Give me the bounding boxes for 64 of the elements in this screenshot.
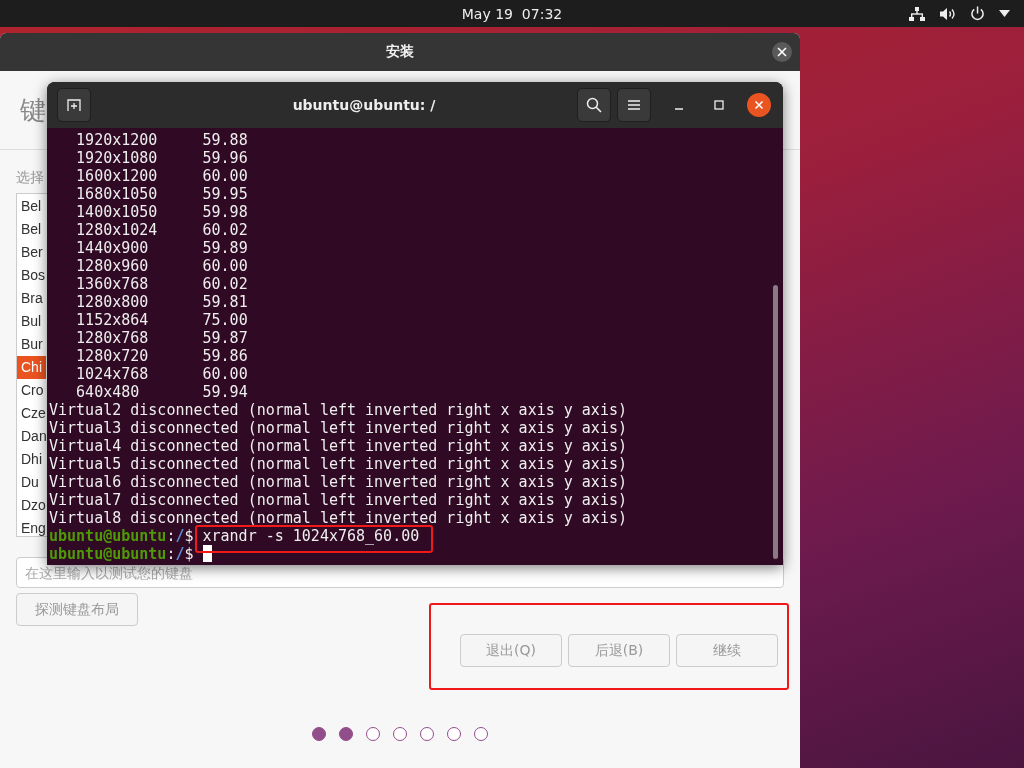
menu-button[interactable] (617, 88, 651, 122)
layout-item[interactable]: Bul (17, 310, 46, 333)
output-line: 1152x864 75.00 (75, 311, 249, 329)
network-icon[interactable] (909, 6, 925, 21)
layout-item[interactable]: Dhi (17, 448, 46, 471)
close-button[interactable] (747, 93, 771, 117)
output-line: Virtual4 disconnected (normal left inverted right x axis y axis) (49, 437, 628, 455)
layout-item[interactable]: Dzo (17, 494, 46, 517)
layout-item[interactable]: Bel (17, 195, 46, 218)
clock[interactable]: May 19 07:32 (461, 5, 563, 22)
output-line: 1920x1200 59.88 (75, 131, 249, 149)
output-line: Virtual2 disconnected (normal left inverted right x axis y axis) (49, 401, 628, 419)
choose-label: 选择 (16, 169, 44, 187)
prompt-symbol: $ (184, 527, 194, 545)
layout-item[interactable]: Bos (17, 264, 46, 287)
layout-item[interactable]: Bur (17, 333, 46, 356)
layout-item[interactable]: Ber (17, 241, 46, 264)
caret-icon[interactable] (999, 10, 1010, 17)
output-line: 1024x768 60.00 (75, 365, 249, 383)
output-line: Virtual8 disconnected (normal left inverted right x axis y axis) (49, 509, 628, 527)
page-heading: 键 (20, 93, 46, 127)
layout-item[interactable]: Cro (17, 379, 46, 402)
volume-icon[interactable] (939, 6, 956, 21)
output-line: 1920x1080 59.96 (75, 149, 249, 167)
output-line: 1680x1050 59.95 (75, 185, 249, 203)
prompt-user: ubuntu@ubuntu (49, 527, 167, 545)
maximize-icon (714, 100, 724, 110)
layout-item[interactable]: Dan (17, 425, 46, 448)
search-button[interactable] (577, 88, 611, 122)
power-icon[interactable] (970, 6, 985, 21)
layout-item[interactable]: Eng (17, 517, 46, 540)
output-line: 1280x720 59.86 (75, 347, 249, 365)
output-line: 1280x1024 60.02 (75, 221, 249, 239)
prompt-separator: : (166, 527, 176, 545)
layout-item[interactable]: Du (17, 471, 46, 494)
new-tab-button[interactable] (57, 88, 91, 122)
output-line: 1280x960 60.00 (75, 257, 249, 275)
output-line: 1400x1050 59.98 (75, 203, 249, 221)
output-line: 1600x1200 60.00 (75, 167, 249, 185)
output-line: 640x480 59.94 (75, 383, 249, 401)
output-line: Virtual6 disconnected (normal left inverted right x axis y axis) (49, 473, 628, 491)
menu-icon (628, 100, 640, 110)
layout-item[interactable]: Chi (17, 356, 46, 379)
close-icon (777, 47, 787, 57)
window-title: ubuntu@ubuntu: / (291, 97, 437, 113)
prompt-path: / (175, 527, 185, 545)
layout-item[interactable]: Bel (17, 218, 46, 241)
output-line: 1360x768 60.02 (75, 275, 249, 293)
layout-item[interactable]: Bra (17, 287, 46, 310)
new-tab-icon (67, 98, 81, 112)
window-title: 安装 (386, 43, 414, 61)
search-icon (586, 97, 602, 113)
output-line: 1280x768 59.87 (75, 329, 249, 347)
scrollbar-thumb[interactable] (773, 285, 778, 559)
output-line: Virtual5 disconnected (normal left inverted right x axis y axis) (49, 455, 628, 473)
close-icon (754, 100, 764, 110)
output-line: Virtual7 disconnected (normal left inverted right x axis y axis) (49, 491, 628, 509)
output-line: 1440x900 59.89 (75, 239, 249, 257)
command-text: xrandr -s 1024x768_60.00 (202, 529, 420, 543)
output-line: Virtual3 disconnected (normal left inverted right x axis y axis) (49, 419, 628, 437)
output-line: 1280x800 59.81 (75, 293, 249, 311)
close-button[interactable] (772, 42, 792, 62)
minimize-icon (674, 108, 684, 110)
layout-item[interactable]: Cze (17, 402, 46, 425)
